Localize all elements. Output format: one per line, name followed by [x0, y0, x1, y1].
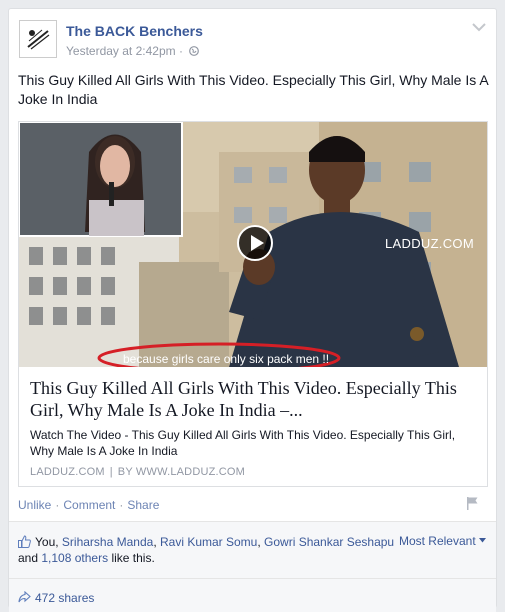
video-caption: because girls care only six pack men !!: [123, 352, 330, 366]
page-name-link[interactable]: The BACK Benchers: [66, 23, 203, 39]
like-sentence: You, Sriharsha Manda, Ravi Kumar Somu, G…: [18, 535, 395, 565]
source-author: BY WWW.LADDUZ.COM: [117, 466, 246, 478]
ufi-section: You, Sriharsha Manda, Ravi Kumar Somu, G…: [9, 521, 496, 612]
ufi-divider: [9, 578, 496, 579]
comment-link[interactable]: Comment: [63, 498, 115, 512]
like-thumb-icon: [18, 535, 31, 548]
sort-label: Most Relevant: [398, 534, 476, 548]
post-text: This Guy Killed All Girls With This Vide…: [18, 72, 488, 107]
chevron-down-icon[interactable]: [472, 22, 486, 32]
shares-link[interactable]: 472 shares: [18, 591, 94, 605]
unlike-link[interactable]: Unlike: [18, 498, 51, 512]
flag-icon[interactable]: [465, 496, 479, 510]
post-card: The BACK Benchers Yesterday at 2:42pm · …: [8, 8, 497, 612]
post-meta: Yesterday at 2:42pm ·: [66, 44, 200, 58]
shares-count: 472 shares: [35, 591, 95, 605]
post-actions: Unlike · Comment · Share: [18, 498, 159, 512]
video-thumbnail[interactable]: LADDUZ.COM because girls care only six p…: [19, 122, 487, 367]
source-domain: LADDUZ.COM: [30, 466, 105, 478]
link-source: LADDUZ.COM | BY WWW.LADDUZ.COM: [30, 466, 245, 478]
like-and: and: [18, 551, 39, 565]
liker-you: You: [35, 535, 56, 549]
page-avatar[interactable]: [19, 20, 57, 58]
post-timestamp[interactable]: Yesterday at 2:42pm: [66, 44, 176, 58]
action-separator: ·: [119, 498, 124, 512]
page-logo-icon: [20, 21, 56, 57]
action-separator: ·: [55, 498, 60, 512]
link-description: Watch The Video - This Guy Killed All Gi…: [30, 428, 456, 458]
share-arrow-icon: [18, 591, 31, 603]
link-preview[interactable]: LADDUZ.COM because girls care only six p…: [18, 121, 488, 487]
caret-down-icon: [479, 538, 486, 543]
others-link[interactable]: 1,108 others: [41, 551, 108, 565]
most-relevant-dropdown[interactable]: Most Relevant: [399, 534, 486, 548]
globe-icon[interactable]: [189, 46, 200, 56]
liker-link[interactable]: Sriharsha Manda: [62, 535, 153, 549]
link-title[interactable]: This Guy Killed All Girls With This Vide…: [30, 377, 480, 421]
meta-separator: ·: [178, 44, 183, 58]
share-link[interactable]: Share: [127, 498, 159, 512]
like-suffix: like this.: [111, 551, 155, 565]
source-separator: |: [109, 466, 113, 478]
video-watermark: LADDUZ.COM: [385, 236, 474, 251]
liker-link[interactable]: Ravi Kumar Somu: [160, 535, 257, 549]
liker-link[interactable]: Gowri Shankar Seshapu: [264, 535, 394, 549]
play-icon[interactable]: [237, 225, 273, 261]
